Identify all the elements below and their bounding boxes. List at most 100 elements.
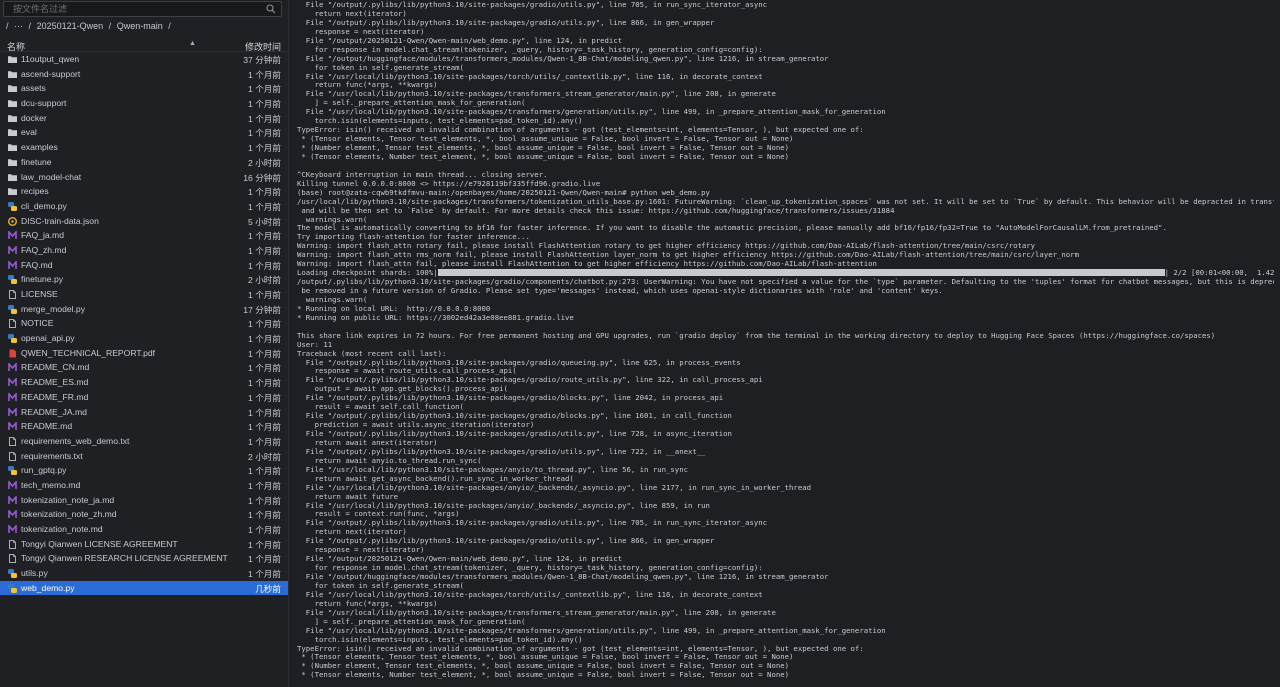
file-row[interactable]: DISC-train-data.json 5 小时前 [0,214,288,229]
file-row[interactable]: utils.py 1 个月前 [0,566,288,581]
sort-ascending-icon[interactable]: ▲ [189,40,196,47]
file-modified-time: 1 个月前 [248,480,281,491]
file-name: finetune [21,156,52,167]
terminal-line: * (Number element, Tensor test_elements,… [297,143,790,152]
markdown-file-icon [8,391,17,401]
loading-progress-bar [437,269,1165,277]
file-name: README_ES.md [21,377,89,388]
file-row[interactable]: FAQ_ja.md 1 个月前 [0,228,288,243]
file-row[interactable]: README_CN.md 1 个月前 [0,360,288,375]
file-row[interactable]: cli_demo.py 1 个月前 [0,199,288,214]
file-name: FAQ_ja.md [21,230,64,241]
file-explorer-sidebar: / ··· / 20250121-Qwen / Qwen-main / 名称 ▲… [0,0,289,687]
folder-row[interactable]: docker 1 个月前 [0,111,288,126]
terminal-line: return func(*args, **kwargs) [297,598,438,608]
search-input[interactable] [13,2,253,16]
file-row[interactable]: web_demo.py 几秒前 [0,580,288,596]
terminal-line: File "/output/20250121-Qwen/Qwen-main/we… [297,554,623,564]
terminal-scrollbar[interactable] [1274,0,1280,687]
folder-row[interactable]: law_model-chat 16 分钟前 [0,170,288,185]
file-row[interactable]: openai_api.py 1 个月前 [0,331,288,346]
file-row[interactable]: Tongyi Qianwen RESEARCH LICENSE AGREEMEN… [0,551,288,566]
search-icon[interactable] [266,4,276,14]
breadcrumb-ellipsis[interactable]: ··· [14,21,23,31]
file-row[interactable]: tokenization_note.md 1 个月前 [0,522,288,537]
column-header: 名称 ▲ 修改时间 [0,38,288,52]
markdown-file-icon [8,244,17,254]
file-row[interactable]: README.md 1 个月前 [0,419,288,434]
search-box[interactable] [3,1,282,17]
file-icon [8,539,17,549]
file-modified-time: 1 个月前 [248,554,281,565]
file-row[interactable]: FAQ_zh.md 1 个月前 [0,243,288,258]
file-name: tech_memo.md [21,479,81,490]
terminal-line: User: 11 [297,339,333,349]
file-name: dcu-support [21,98,67,109]
terminal-line: response = next(iterator) [297,26,425,36]
file-modified-time: 1 个月前 [248,187,281,198]
file-row[interactable]: README_FR.md 1 个月前 [0,390,288,405]
file-name: 11output_qwen [21,54,80,64]
file-row[interactable]: tokenization_note_zh.md 1 个月前 [0,507,288,522]
breadcrumb-root[interactable]: / [6,21,9,31]
terminal-line: * (Tensor elements, Number test_element,… [297,670,790,680]
terminal-line: return await anext(iterator) [297,437,438,447]
file-row[interactable]: NOTICE 1 个月前 [0,316,288,331]
file-name: law_model-chat [21,171,82,182]
file-name: finetune.py [21,274,64,285]
terminal-line: File "/output/.pylibs/lib/python3.10/sit… [297,411,732,421]
file-modified-time: 1 个月前 [248,466,281,477]
terminal-line: response = next(iterator) [297,545,425,555]
file-row[interactable]: README_JA.md 1 个月前 [0,405,288,420]
folder-row[interactable]: 11output_qwen 37 分钟前 [0,52,288,67]
file-row[interactable]: README_ES.md 1 个月前 [0,375,288,390]
file-modified-time: 17 分钟前 [243,304,281,315]
breadcrumb-separator: / [28,21,32,31]
folder-row[interactable]: assets 1 个月前 [0,81,288,96]
breadcrumb-item-current[interactable]: Qwen-main [117,21,163,31]
file-row[interactable]: LICENSE 1 个月前 [0,287,288,302]
file-name: FAQ.md [21,259,53,270]
pdf-file-icon [8,349,17,358]
file-row[interactable]: run_gptq.py 1 个月前 [0,463,288,478]
terminal-line: File "/usr/local/lib/python3.10/site-pac… [297,625,886,635]
folder-row[interactable]: ascend-support 1 个月前 [0,67,288,82]
terminal-line: warnings.warn( [297,294,368,304]
terminal-line: response = await route_utils.call_proces… [297,366,517,376]
terminal-line: File "/output/.pylibs/lib/python3.10/sit… [297,393,724,403]
folder-row[interactable]: dcu-support 1 个月前 [0,96,288,111]
file-row[interactable]: requirements.txt 2 小时前 [0,449,288,464]
file-modified-time: 1 个月前 [248,495,281,506]
folder-row[interactable]: finetune 2 小时前 [0,155,288,170]
terminal-line: return func(*args, **kwargs) [297,80,438,90]
file-row[interactable]: tech_memo.md 1 个月前 [0,478,288,493]
folder-icon [8,84,17,93]
terminal-line: File "/output/.pylibs/lib/python3.10/sit… [297,429,732,438]
file-row[interactable]: finetune.py 2 小时前 [0,272,288,287]
terminal-line: * (Tensor elements, Number test_element,… [297,151,790,161]
file-name: web_demo.py [21,582,75,593]
folder-row[interactable]: recipes 1 个月前 [0,184,288,199]
file-row[interactable]: requirements_web_demo.txt 1 个月前 [0,434,288,449]
file-name: FAQ_zh.md [21,244,67,255]
terminal-line: Warning: import flash_attn rotary fail, … [297,241,1036,251]
folder-row[interactable]: eval 1 个月前 [0,125,288,140]
file-row[interactable]: merge_model.py 17 分钟前 [0,302,288,317]
terminal-line: File "/usr/local/lib/python3.10/site-pac… [297,71,763,81]
progress-status: | 2/2 [00:01<00:00, 1.42it/s] [1164,268,1280,278]
file-row[interactable]: FAQ.md 1 个月前 [0,258,288,273]
file-icon [8,451,17,461]
markdown-file-icon [8,230,17,240]
folder-row[interactable]: examples 1 个月前 [0,140,288,155]
terminal-line: prediction = await utils.async_iteration… [297,420,535,430]
terminal-panel[interactable]: File "/output/.pylibs/lib/python3.10/sit… [289,0,1280,687]
file-row[interactable]: QWEN_TECHNICAL_REPORT.pdf 1 个月前 [0,346,288,361]
terminal-line: File "/usr/local/lib/python3.10/site-pac… [297,607,776,617]
file-row[interactable]: Tongyi Qianwen LICENSE AGREEMENT 1 个月前 [0,537,288,552]
markdown-file-icon [8,509,17,519]
terminal-line: Try importing flash-attention for faster… [297,232,530,242]
folder-icon [8,70,17,78]
file-row[interactable]: tokenization_note_ja.md 1 个月前 [0,493,288,508]
breadcrumb-item-project[interactable]: 20250121-Qwen [37,21,104,31]
python-file-icon [8,334,17,344]
